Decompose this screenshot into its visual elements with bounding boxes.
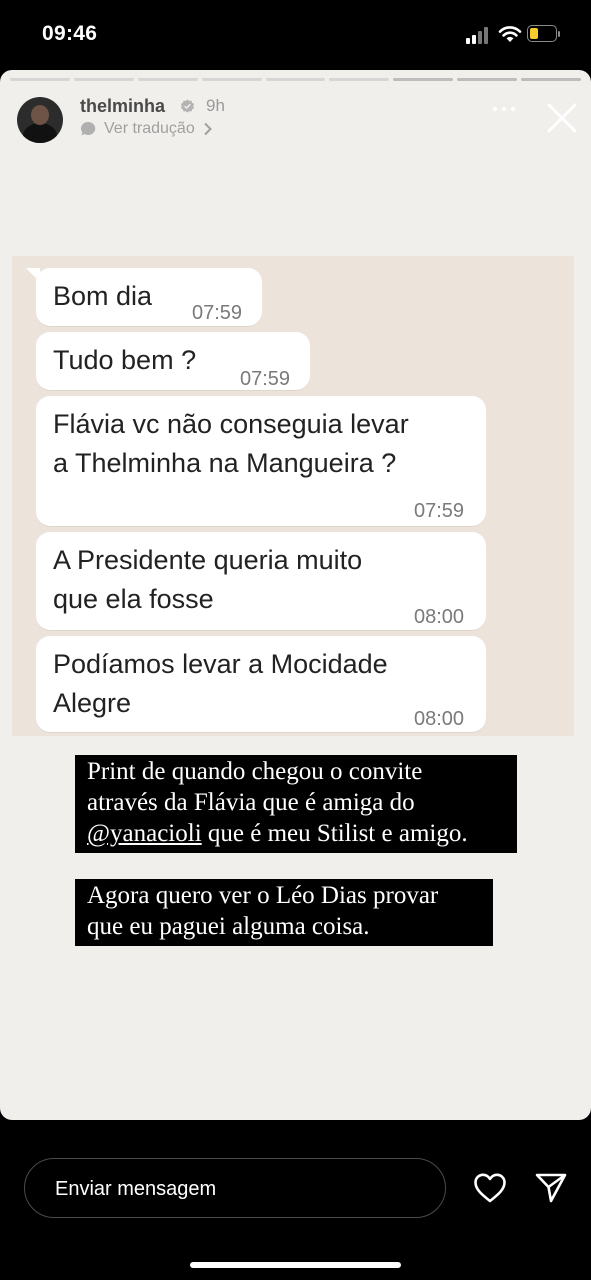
mention-link[interactable]: @yanacioli (87, 820, 202, 847)
message-time: 08:00 (414, 606, 465, 628)
reply-input[interactable] (53, 1174, 417, 1204)
translate-link[interactable]: Ver tradução (80, 120, 213, 138)
speech-bubble-icon (81, 121, 96, 136)
caption-line: através da Flávia que é amiga do (87, 789, 415, 816)
cellular-signal-icon (466, 26, 492, 44)
message-text: A Presidente queria muito que ela fosse (53, 545, 363, 614)
story-caption-2: Agora quero ver o Léo Dias provar que eu… (75, 879, 493, 946)
message-text: Tudo bem ? (53, 345, 197, 375)
chat-message: Tudo bem ? 07:59 (36, 332, 310, 390)
caption-line: @yanacioli que é meu Stilist e amigo. (87, 818, 505, 849)
story-time-ago: 9h (206, 96, 225, 115)
story-header: thelminha 9h Ver tradução (0, 94, 591, 144)
caption-text: que é meu Stilist e amigo. (201, 820, 468, 847)
chat-message: A Presidente queria muito que ela fosse … (36, 532, 486, 630)
wifi-icon (498, 26, 522, 42)
message-time: 07:59 (240, 368, 291, 390)
home-indicator (190, 1262, 401, 1268)
status-time: 09:46 (42, 22, 98, 45)
status-bar: 09:46 (0, 0, 591, 70)
story-card[interactable]: thelminha 9h Ver tradução Bom dia 07:59 (0, 70, 591, 1120)
battery-icon (527, 25, 561, 43)
caption-line: Print de quando chegou o convite (87, 758, 423, 785)
chat-screenshot: Bom dia 07:59 Tudo bem ? 07:59 Flávia vc… (12, 256, 574, 736)
story-progress-bar (10, 78, 582, 81)
caption-line: que eu paguei alguma coisa. (87, 913, 370, 940)
more-dots-icon[interactable] (492, 103, 522, 113)
heart-icon[interactable] (473, 1172, 507, 1204)
chat-message: Bom dia 07:59 (26, 268, 262, 326)
message-text: Podíamos levar a Mocidade Alegre (53, 649, 388, 718)
close-icon[interactable] (546, 102, 578, 134)
chat-message: Podíamos levar a Mocidade Alegre 08:00 (36, 636, 486, 732)
avatar[interactable] (17, 97, 63, 143)
message-time: 08:00 (414, 708, 465, 730)
chat-message: Flávia vc não conseguia levar a Thelminh… (36, 396, 486, 526)
message-time: 07:59 (414, 500, 465, 522)
translate-label: Ver tradução (104, 120, 195, 137)
message-time: 07:59 (192, 302, 243, 324)
story-caption-1: Print de quando chegou o convite através… (75, 755, 517, 853)
story-username[interactable]: thelminha (80, 96, 165, 117)
caption-line: Agora quero ver o Léo Dias provar (87, 882, 439, 909)
chevron-right-icon (204, 122, 212, 136)
reply-message-field[interactable] (24, 1158, 446, 1218)
verified-badge-icon (180, 99, 195, 113)
message-text: Bom dia (53, 281, 153, 311)
send-icon[interactable] (534, 1172, 568, 1204)
message-text: Flávia vc não conseguia levar a Thelminh… (53, 409, 409, 478)
